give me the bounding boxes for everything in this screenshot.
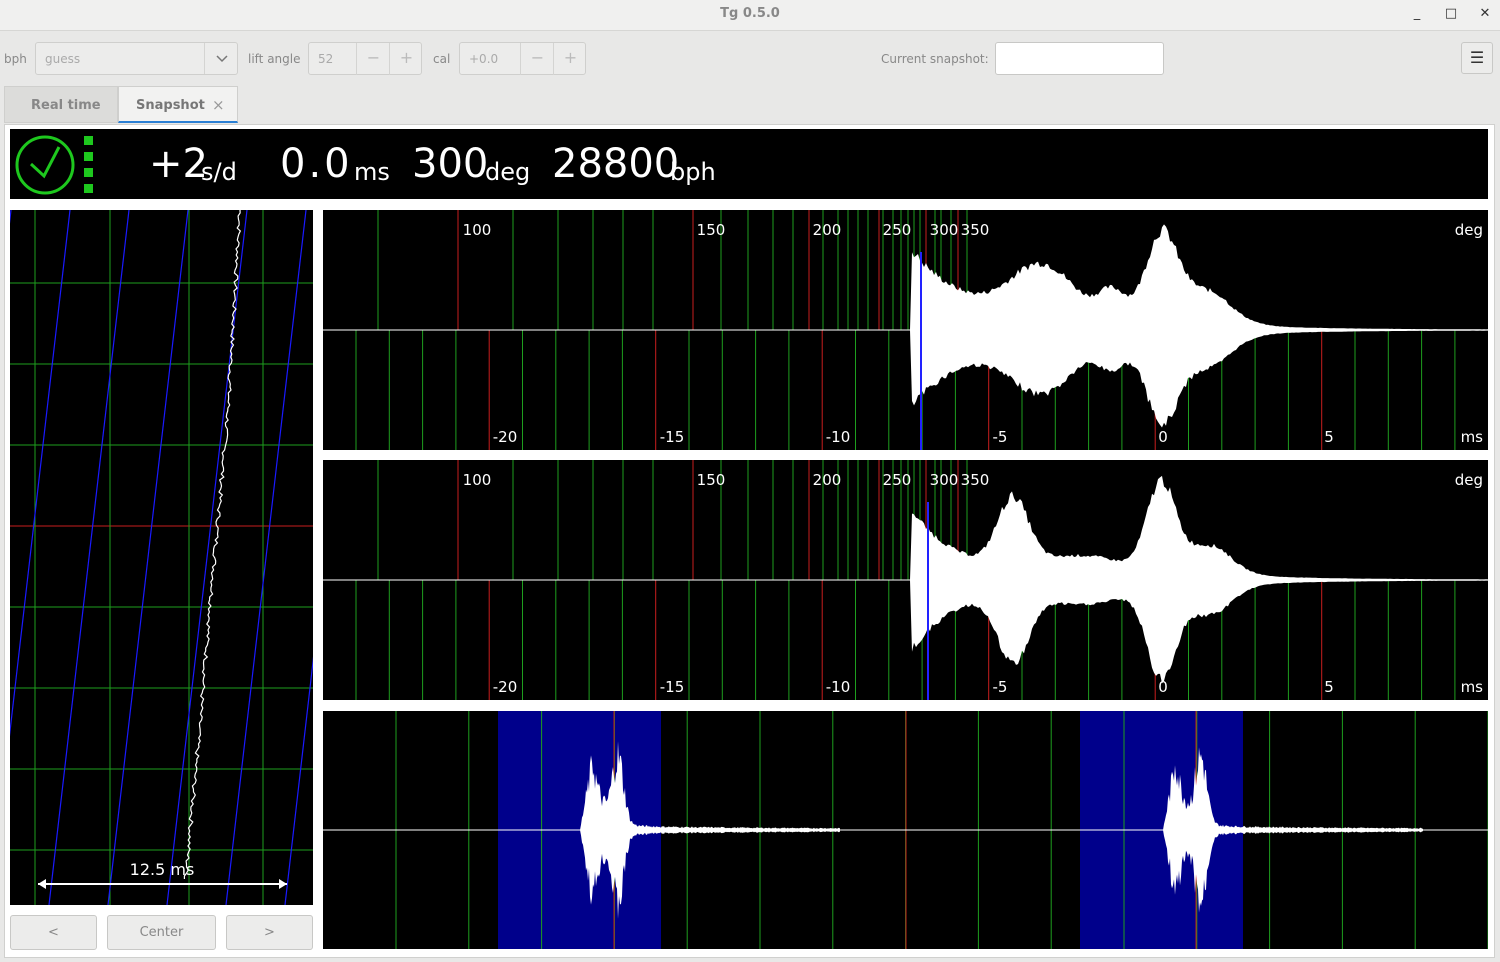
bph-label: bph bbox=[4, 52, 27, 66]
deg-tick-label: 300 bbox=[930, 471, 959, 489]
paperstrip-drift-line bbox=[10, 210, 12, 224]
ms-tick-label: 5 bbox=[1324, 678, 1334, 696]
paperstrip-drift-line bbox=[225, 210, 307, 905]
cal-value[interactable]: +0.0 bbox=[469, 52, 498, 66]
paperstrip-drift-line bbox=[107, 210, 189, 905]
window-title: Tg 0.5.0 bbox=[720, 6, 780, 21]
bph-unit: bph bbox=[670, 158, 716, 186]
waveform-tick-plot: 100 150 200 250 300 350 deg -20 -15 -10 -5 0 5 ms bbox=[323, 210, 1488, 450]
ms-tick-label: -5 bbox=[993, 678, 1008, 696]
deg-tick-label: 250 bbox=[883, 221, 912, 239]
scale-arrow-right bbox=[279, 879, 287, 889]
combo-divider bbox=[204, 43, 205, 74]
ms-unit-label: ms bbox=[1461, 428, 1484, 446]
current-snapshot-label: Current snapshot: bbox=[881, 52, 989, 66]
deg-tick-label: 200 bbox=[813, 471, 842, 489]
bph-value-display: 28800 bbox=[552, 141, 680, 187]
rate-unit: s/d bbox=[201, 158, 237, 186]
paperstrip-trace bbox=[183, 210, 242, 879]
bph-value: guess bbox=[45, 52, 81, 66]
cal-label: cal bbox=[433, 52, 451, 66]
current-snapshot-input[interactable] bbox=[995, 42, 1164, 75]
deg-tick-label: 100 bbox=[463, 471, 492, 489]
center-button[interactable]: Center bbox=[107, 915, 216, 950]
bph-combobox[interactable]: guess bbox=[35, 42, 238, 75]
amplitude-unit: deg bbox=[485, 158, 531, 186]
deg-unit-label: deg bbox=[1455, 471, 1483, 489]
lift-angle-increment-button[interactable]: + bbox=[389, 43, 423, 75]
next-button[interactable]: > bbox=[226, 915, 313, 950]
clock-ok-icon bbox=[15, 135, 93, 195]
waveform-tock-plot: 100 150 200 250 300 350 deg-20 -15 -10 -5 0 5 ms bbox=[323, 460, 1488, 700]
ms-tick-label: -10 bbox=[826, 678, 851, 696]
beat-error-value: 0.0 bbox=[280, 141, 353, 187]
minimize-button[interactable]: _ bbox=[1405, 4, 1429, 24]
lift-angle-value[interactable]: 52 bbox=[318, 52, 333, 66]
cal-decrement-button[interactable]: − bbox=[520, 43, 554, 75]
close-window-button[interactable]: ✕ bbox=[1473, 4, 1497, 24]
tab-real-time-label: Real time bbox=[31, 98, 101, 113]
paperstrip-drift-line bbox=[166, 210, 248, 905]
ms-tick-label: -5 bbox=[993, 428, 1008, 446]
ms-tick-label: -20 bbox=[493, 678, 518, 696]
prev-button[interactable]: < bbox=[10, 915, 97, 950]
ms-tick-label: 0 bbox=[1158, 428, 1168, 446]
waveform-trace bbox=[908, 224, 1488, 428]
tab-real-time[interactable]: Real time bbox=[4, 86, 118, 123]
ms-unit-label: ms bbox=[1461, 678, 1484, 696]
paperstrip-drift-line bbox=[48, 210, 130, 905]
tick-burst bbox=[580, 741, 840, 919]
tab-close-icon[interactable]: × bbox=[212, 96, 225, 114]
period-plot bbox=[323, 711, 1488, 949]
ms-tick-label: -10 bbox=[826, 428, 851, 446]
tab-bar: Real time Snapshot × bbox=[4, 86, 1495, 124]
status-display: +2 s/d 0.0 ms 300 deg 28800 bph bbox=[10, 129, 1488, 199]
waveform-tock-panel: 100 150 200 250 300 350 deg -20 -15 -10 -5 0 5 ms bbox=[323, 460, 1488, 700]
scale-arrow-left bbox=[38, 879, 46, 889]
rate-value: +2 bbox=[149, 141, 208, 187]
waveform-tick-panel: 100 150 200 250 300 350 deg -20 -15 -10 -5 0 5 ms bbox=[323, 210, 1488, 450]
deg-tick-label: 100 bbox=[463, 221, 492, 239]
deg-tick-label: 150 bbox=[697, 471, 726, 489]
paperstrip-panel: 12.5 ms bbox=[10, 210, 313, 905]
deg-tick-label: 200 bbox=[813, 221, 842, 239]
lift-angle-decrement-button[interactable]: − bbox=[356, 43, 390, 75]
lift-angle-spinner[interactable]: 52 − + bbox=[308, 42, 422, 75]
menu-button[interactable]: ☰ bbox=[1461, 42, 1493, 74]
scale-label: 12.5 ms bbox=[130, 860, 195, 879]
maximize-button[interactable]: □ bbox=[1439, 4, 1463, 24]
waveform-trace bbox=[908, 475, 1488, 684]
ms-tick-label: 5 bbox=[1324, 428, 1334, 446]
tab-snapshot[interactable]: Snapshot × bbox=[118, 86, 238, 123]
tab-snapshot-label: Snapshot bbox=[136, 98, 205, 113]
title-bar: Tg 0.5.0 _ □ ✕ bbox=[0, 0, 1500, 31]
amplitude-value: 300 bbox=[412, 141, 489, 187]
cal-increment-button[interactable]: + bbox=[553, 43, 587, 75]
deg-unit-label: deg bbox=[1455, 221, 1483, 239]
lift-angle-label: lift angle bbox=[248, 52, 301, 66]
ms-tick-label: -15 bbox=[660, 428, 685, 446]
deg-tick-label: 350 bbox=[961, 221, 990, 239]
deg-tick-label: 250 bbox=[883, 471, 912, 489]
deg-tick-label: 300 bbox=[930, 221, 959, 239]
period-panel bbox=[323, 711, 1488, 949]
ms-tick-label: -15 bbox=[660, 678, 685, 696]
paperstrip-plot: 12.5 ms bbox=[10, 210, 313, 905]
chevron-down-icon[interactable] bbox=[216, 55, 228, 63]
tock-burst bbox=[1163, 747, 1423, 913]
beat-error-unit: ms bbox=[354, 158, 390, 186]
ms-tick-label: -20 bbox=[493, 428, 518, 446]
paperstrip-drift-line bbox=[284, 656, 313, 905]
hamburger-menu-icon: ☰ bbox=[1469, 48, 1485, 67]
cal-spinner[interactable]: +0.0 − + bbox=[459, 42, 586, 75]
deg-tick-label: 350 bbox=[961, 471, 990, 489]
deg-tick-label: 150 bbox=[697, 221, 726, 239]
